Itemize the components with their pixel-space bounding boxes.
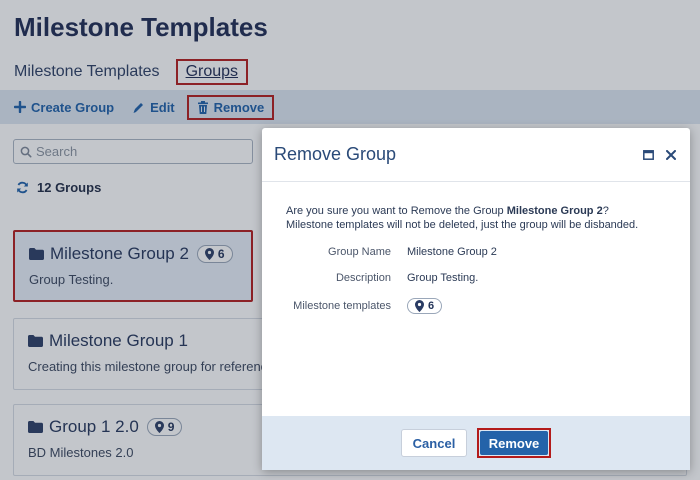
field-group-name: Group Name Milestone Group 2	[286, 246, 666, 258]
remove-button-highlight: Remove	[477, 428, 551, 458]
field-value: Group Testing.	[407, 272, 479, 284]
confirm-group-name: Milestone Group 2	[506, 205, 603, 217]
confirm-suffix: ?	[602, 205, 609, 217]
dialog-footer: Cancel Remove	[262, 416, 690, 470]
field-label: Milestone templates	[293, 300, 391, 312]
remove-button[interactable]: Remove	[480, 431, 548, 455]
confirm-prefix: Are you sure you want to Remove the Grou…	[286, 205, 507, 217]
template-count: 6	[428, 300, 435, 312]
map-marker-icon	[415, 300, 424, 312]
field-label: Group Name	[328, 246, 391, 258]
maximize-icon[interactable]	[643, 149, 654, 160]
field-milestone-templates: Milestone templates 6	[286, 298, 666, 314]
field-description: Description Group Testing.	[286, 272, 666, 284]
dialog-window-controls	[631, 149, 676, 160]
confirm-note: Milestone templates will not be deleted,…	[286, 219, 639, 231]
dialog-body: Are you sure you want to Remove the Grou…	[262, 182, 690, 314]
close-icon[interactable]	[666, 149, 676, 160]
field-label: Description	[335, 272, 391, 284]
field-value: Milestone Group 2	[407, 246, 497, 258]
remove-group-dialog: Remove Group Are you sure you want to Re…	[262, 128, 690, 470]
template-count-badge: 6	[407, 298, 443, 314]
confirm-message: Are you sure you want to Remove the Grou…	[286, 204, 666, 218]
dialog-header: Remove Group	[262, 128, 690, 182]
dialog-title: Remove Group	[274, 144, 397, 164]
cancel-button[interactable]: Cancel	[401, 429, 467, 457]
